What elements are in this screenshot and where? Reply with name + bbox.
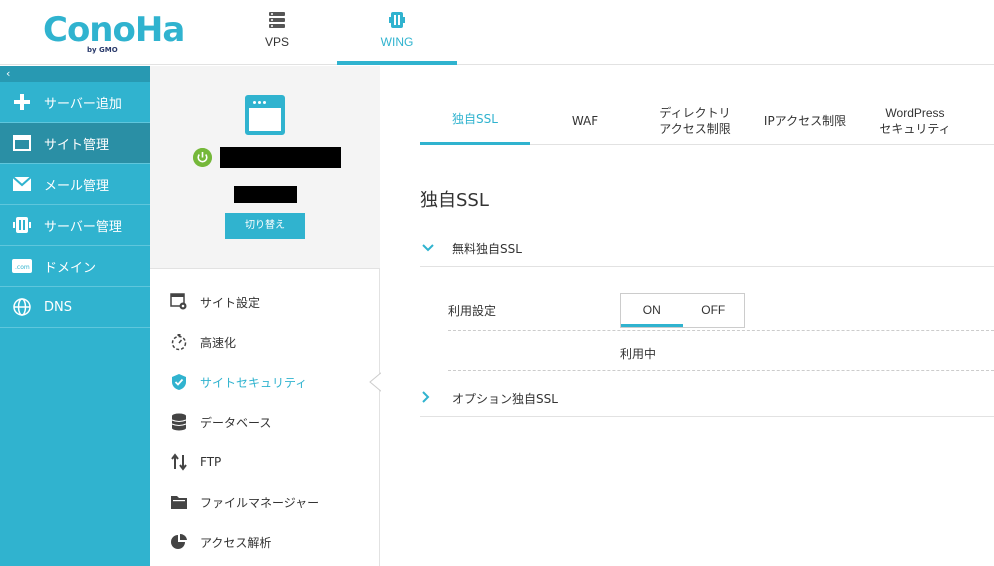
sidebar-item-dns[interactable]: DNS xyxy=(0,287,150,328)
tab-wordpress-line1: WordPress xyxy=(885,105,945,120)
site-window-icon xyxy=(245,95,285,135)
menu-site-security[interactable]: サイトセキュリティ xyxy=(150,362,380,402)
menu-database[interactable]: データベース xyxy=(150,402,380,442)
plus-icon xyxy=(12,92,32,112)
sidebar-item-mail-manage[interactable]: メール管理 xyxy=(0,164,150,205)
menu-file-manager[interactable]: ファイルマネージャー xyxy=(150,482,380,522)
server-icon xyxy=(269,12,285,28)
menu-speedup[interactable]: 高速化 xyxy=(150,322,380,362)
switch-button[interactable]: 切り替え xyxy=(225,213,305,239)
tab-wing[interactable]: WING xyxy=(337,0,457,65)
sidebar-item-site-manage[interactable]: サイト管理 xyxy=(0,123,150,164)
free-ssl-label: 無料独自SSL xyxy=(452,242,522,256)
menu-label: サイト設定 xyxy=(200,295,261,310)
tab-wordpress-security[interactable]: WordPress セキュリティ xyxy=(860,96,970,145)
logo-sub: by GMO xyxy=(87,46,118,54)
redacted-site-domain xyxy=(234,186,297,203)
sidebar-item-label: DNS xyxy=(44,299,72,315)
tab-vps-label: VPS xyxy=(264,35,289,49)
server-manage-icon xyxy=(12,215,32,235)
window-icon xyxy=(12,133,32,153)
tab-wing-label: WING xyxy=(380,35,414,49)
toggle-on-button[interactable]: ON xyxy=(621,294,683,327)
option-ssl-accordion[interactable]: オプション独自SSL xyxy=(420,381,994,417)
chevron-right-icon xyxy=(420,390,452,407)
site-settings-icon xyxy=(170,293,188,311)
pie-chart-icon xyxy=(170,533,188,551)
wing-icon xyxy=(389,12,405,28)
toggle-off-button[interactable]: OFF xyxy=(683,294,745,327)
domain-icon: .com xyxy=(12,256,32,276)
power-icon xyxy=(193,148,212,167)
top-header: ConoHa by GMO VPS WING xyxy=(0,0,994,65)
sidebar-item-label: メール管理 xyxy=(44,178,110,194)
menu-label: FTP xyxy=(200,455,222,469)
site-info: 切り替え xyxy=(150,66,380,269)
sidebar-item-label: ドメイン xyxy=(44,260,97,276)
divider xyxy=(448,330,994,331)
tab-ip-access[interactable]: IPアクセス制限 xyxy=(750,96,860,145)
tab-directory-line2: アクセス制限 xyxy=(659,121,731,136)
tab-waf[interactable]: WAF xyxy=(530,96,640,145)
shield-icon xyxy=(170,373,188,391)
menu-label: サイトセキュリティ xyxy=(200,375,308,390)
main-content: 独自SSL WAF ディレクトリ アクセス制限 IPアクセス制限 WordPre… xyxy=(381,66,994,566)
sidebar: ‹ サーバー追加 サイト管理 メール管理 サーバー管理 .com ドメイン DN… xyxy=(0,66,150,566)
sidebar-item-label: サーバー追加 xyxy=(44,96,122,112)
status-text: 利用中 xyxy=(620,347,657,361)
menu-label: アクセス解析 xyxy=(200,535,272,550)
tab-waf-label: WAF xyxy=(571,113,599,128)
sidebar-item-add-server[interactable]: サーバー追加 xyxy=(0,82,150,123)
tab-ssl-label: 独自SSL xyxy=(452,112,498,126)
stopwatch-icon xyxy=(170,333,188,351)
sidebar-collapse-button[interactable]: ‹ xyxy=(0,66,150,82)
usage-setting-label: 利用設定 xyxy=(448,304,497,318)
database-icon xyxy=(170,413,188,431)
sidebar-item-label: サイト管理 xyxy=(44,137,110,153)
globe-icon xyxy=(12,297,32,317)
divider xyxy=(448,370,994,371)
sidebar-item-server-manage[interactable]: サーバー管理 xyxy=(0,205,150,246)
menu-label: ファイルマネージャー xyxy=(200,495,320,510)
conoha-logo[interactable]: ConoHa by GMO xyxy=(43,10,185,58)
folder-icon xyxy=(170,493,188,511)
menu-ftp[interactable]: FTP xyxy=(150,442,380,482)
logo-text: ConoHa xyxy=(43,10,185,50)
menu-label: データベース xyxy=(200,415,272,430)
option-ssl-label: オプション独自SSL xyxy=(452,392,558,406)
sidebar-item-domain[interactable]: .com ドメイン xyxy=(0,246,150,287)
menu-access-analytics[interactable]: アクセス解析 xyxy=(150,522,380,562)
transfer-icon xyxy=(170,453,188,471)
tab-vps[interactable]: VPS xyxy=(217,0,337,65)
tab-ssl[interactable]: 独自SSL xyxy=(420,96,530,145)
tab-wordpress-line2: セキュリティ xyxy=(879,121,951,136)
site-panel: 切り替え サイト設定 高速化 サイトセキュリティ データベース FTP ファイル… xyxy=(150,66,380,566)
tab-directory-access[interactable]: ディレクトリ アクセス制限 xyxy=(640,96,750,145)
menu-site-settings[interactable]: サイト設定 xyxy=(150,282,380,322)
tab-directory-line1: ディレクトリ xyxy=(659,105,731,120)
mail-icon xyxy=(12,174,32,194)
free-ssl-accordion[interactable]: 無料独自SSL xyxy=(420,231,994,267)
page-title: 独自SSL xyxy=(420,190,489,211)
ssl-toggle: ON OFF xyxy=(620,293,745,328)
sidebar-item-label: サーバー管理 xyxy=(44,219,122,235)
chevron-down-icon xyxy=(420,241,452,256)
menu-label: 高速化 xyxy=(200,335,237,350)
tab-ip-access-label: IPアクセス制限 xyxy=(763,113,847,128)
svg-text:.com: .com xyxy=(15,264,30,271)
redacted-site-name xyxy=(220,147,341,168)
security-tabs: 独自SSL WAF ディレクトリ アクセス制限 IPアクセス制限 WordPre… xyxy=(420,96,994,145)
